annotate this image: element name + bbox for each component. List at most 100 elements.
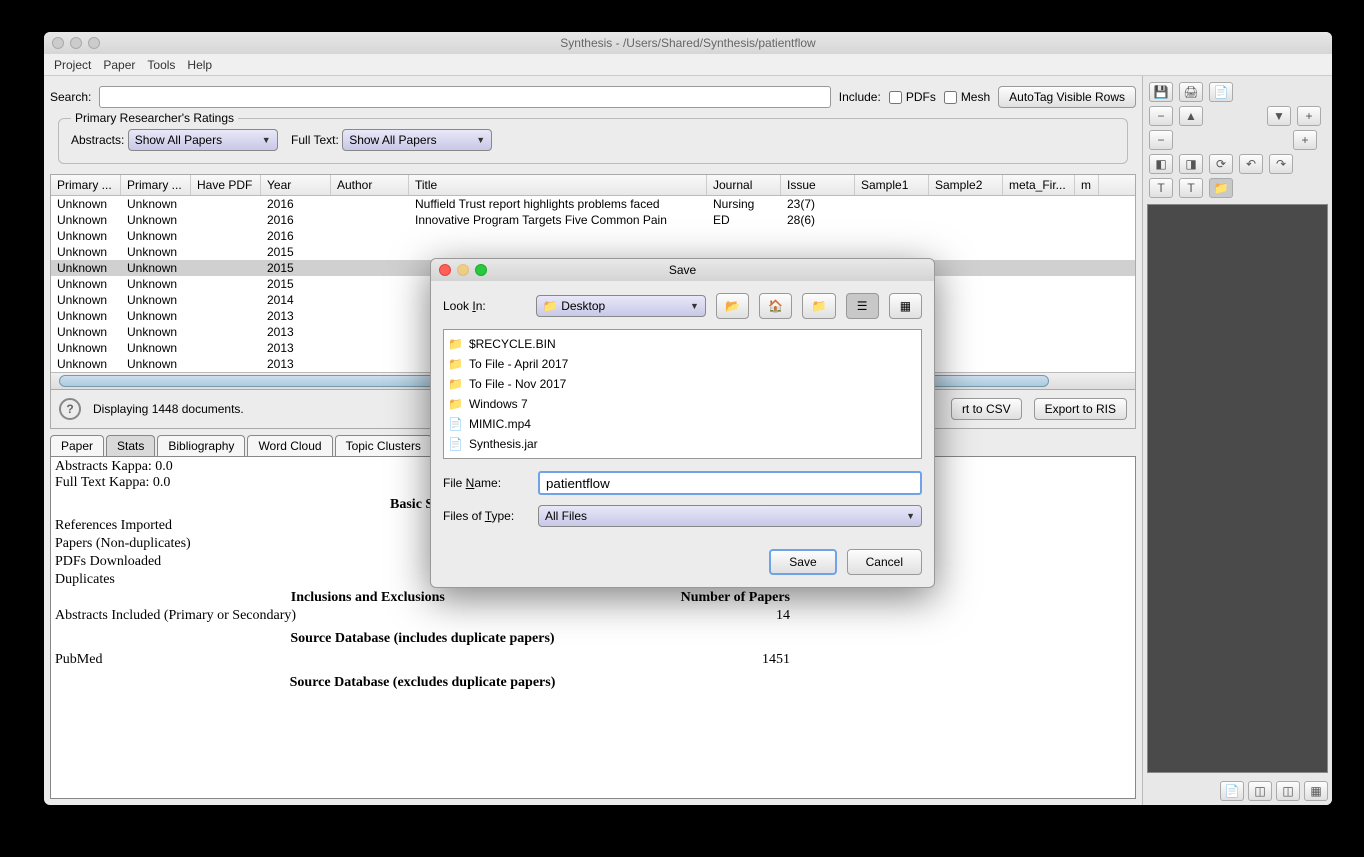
save-icon[interactable]: 💾 xyxy=(1149,82,1173,102)
bt2-icon[interactable]: ◫ xyxy=(1248,781,1272,801)
table-row[interactable]: UnknownUnknown2016Nuffield Trust report … xyxy=(51,196,1135,212)
col-primary2[interactable]: Primary ... xyxy=(121,175,191,195)
autotag-button[interactable]: AutoTag Visible Rows xyxy=(998,86,1136,108)
list-view-icon[interactable]: ☰ xyxy=(846,293,879,319)
col-m[interactable]: m xyxy=(1075,175,1099,195)
filetype-combo[interactable]: All Files▼ xyxy=(538,505,922,527)
filename-label: File Name: xyxy=(443,476,528,490)
t1-icon[interactable]: T xyxy=(1149,178,1173,198)
file-item[interactable]: 📁To File - April 2017 xyxy=(448,354,917,374)
search-label: Search: xyxy=(50,90,91,104)
titlebar: Synthesis - /Users/Shared/Synthesis/pati… xyxy=(44,32,1332,54)
col-sample2[interactable]: Sample2 xyxy=(929,175,1003,195)
bt1-icon[interactable]: 📄 xyxy=(1220,781,1244,801)
plus-icon[interactable]: + xyxy=(1297,106,1321,126)
save-button[interactable]: Save xyxy=(769,549,836,575)
dlg-zoom-icon[interactable] xyxy=(475,264,487,276)
t2-icon[interactable]: T xyxy=(1179,178,1203,198)
close-icon[interactable] xyxy=(52,37,64,49)
nav2-icon[interactable]: ◨ xyxy=(1179,154,1203,174)
lookin-combo[interactable]: 📁 Desktop▼ xyxy=(536,295,706,317)
col-year[interactable]: Year xyxy=(261,175,331,195)
menu-project[interactable]: Project xyxy=(54,58,91,72)
file-item[interactable]: 📁$RECYCLE.BIN xyxy=(448,334,917,354)
doc-icon[interactable]: 📄 xyxy=(1209,82,1233,102)
dialog-titlebar: Save xyxy=(431,259,934,281)
save-dialog: Save Look In: 📁 Desktop▼ 📂 🏠 📁 ☰ ▦ 📁$REC… xyxy=(430,258,935,588)
undo-icon[interactable]: ↶ xyxy=(1239,154,1263,174)
fulltext-label: Full Text: xyxy=(291,133,339,147)
table-header: Primary ... Primary ... Have PDF Year Au… xyxy=(51,175,1135,196)
col-havepdf[interactable]: Have PDF xyxy=(191,175,261,195)
file-item[interactable]: 📁Windows 7 xyxy=(448,394,917,414)
tab-bibliography[interactable]: Bibliography xyxy=(157,435,245,456)
col-sample1[interactable]: Sample1 xyxy=(855,175,929,195)
mesh-checkbox[interactable] xyxy=(944,91,957,104)
file-list[interactable]: 📁$RECYCLE.BIN📁To File - April 2017📁To Fi… xyxy=(443,329,922,459)
dlg-close-icon[interactable] xyxy=(439,264,451,276)
lookin-label: Look In: xyxy=(443,299,526,313)
window-title: Synthesis - /Users/Shared/Synthesis/pati… xyxy=(560,36,815,50)
pdfs-checkbox[interactable] xyxy=(889,91,902,104)
down-icon[interactable]: ▼ xyxy=(1267,106,1291,126)
h-numpapers: Number of Papers xyxy=(681,590,790,606)
col-primary1[interactable]: Primary ... xyxy=(51,175,121,195)
col-issue[interactable]: Issue xyxy=(781,175,855,195)
print-icon[interactable]: 🖨 xyxy=(1179,82,1203,102)
traffic-lights xyxy=(52,37,100,49)
ratings-legend: Primary Researcher's Ratings xyxy=(71,111,238,125)
tab-stats[interactable]: Stats xyxy=(106,435,155,456)
minus2-icon[interactable]: − xyxy=(1149,130,1173,150)
filetype-label: Files of Type: xyxy=(443,509,528,523)
file-item[interactable]: 📁To File - Nov 2017 xyxy=(448,374,917,394)
h-src1: Source Database (includes duplicate pape… xyxy=(55,631,790,647)
col-meta[interactable]: meta_Fir... xyxy=(1003,175,1075,195)
up-icon[interactable]: ▲ xyxy=(1179,106,1203,126)
abstracts-combo[interactable]: Show All Papers▼ xyxy=(128,129,278,151)
menu-tools[interactable]: Tools xyxy=(147,58,175,72)
tab-topicclusters[interactable]: Topic Clusters xyxy=(335,435,432,456)
menubar: Project Paper Tools Help xyxy=(44,54,1332,76)
file-item[interactable]: 📄Synthesis.jar xyxy=(448,434,917,454)
nav1-icon[interactable]: ◧ xyxy=(1149,154,1173,174)
bt4-icon[interactable]: ▦ xyxy=(1304,781,1328,801)
col-author[interactable]: Author xyxy=(331,175,409,195)
help-icon[interactable]: ? xyxy=(59,398,81,420)
abstracts-label: Abstracts: xyxy=(71,133,124,147)
new-folder-icon[interactable]: 📁 xyxy=(802,293,835,319)
plus2-icon[interactable]: + xyxy=(1293,130,1317,150)
export-ris-button[interactable]: Export to RIS xyxy=(1034,398,1127,420)
table-row[interactable]: UnknownUnknown2016 xyxy=(51,228,1135,244)
tab-paper[interactable]: Paper xyxy=(50,435,104,456)
export-csv-button[interactable]: rt to CSV xyxy=(951,398,1022,420)
up-folder-icon[interactable]: 📂 xyxy=(716,293,749,319)
col-journal[interactable]: Journal xyxy=(707,175,781,195)
home-icon[interactable]: 🏠 xyxy=(759,293,792,319)
fulltext-combo[interactable]: Show All Papers▼ xyxy=(342,129,492,151)
bt3-icon[interactable]: ◫ xyxy=(1276,781,1300,801)
dlg-min-icon[interactable] xyxy=(457,264,469,276)
minimize-icon[interactable] xyxy=(70,37,82,49)
tab-wordcloud[interactable]: Word Cloud xyxy=(247,435,332,456)
dialog-title: Save xyxy=(669,263,696,277)
file-item[interactable]: 📄MIMIC.mp4 xyxy=(448,414,917,434)
menu-help[interactable]: Help xyxy=(187,58,212,72)
h-incl: Inclusions and Exclusions xyxy=(55,590,681,606)
right-panel: 💾 🖨 📄 − ▲ ▼ + − + ◧ ◨ xyxy=(1142,76,1332,805)
col-title[interactable]: Title xyxy=(409,175,707,195)
filename-input[interactable] xyxy=(538,471,922,495)
nav3-icon[interactable]: ⟳ xyxy=(1209,154,1233,174)
zoom-icon[interactable] xyxy=(88,37,100,49)
table-row[interactable]: UnknownUnknown2016Innovative Program Tar… xyxy=(51,212,1135,228)
minus-icon[interactable]: − xyxy=(1149,106,1173,126)
redo-icon[interactable]: ↷ xyxy=(1269,154,1293,174)
detail-view-icon[interactable]: ▦ xyxy=(889,293,922,319)
search-input[interactable] xyxy=(99,86,830,108)
preview-area xyxy=(1147,204,1328,773)
cancel-button[interactable]: Cancel xyxy=(847,549,922,575)
stats-row: Abstracts Included (Primary or Secondary… xyxy=(55,607,790,625)
menu-paper[interactable]: Paper xyxy=(103,58,135,72)
include-label: Include: xyxy=(839,90,881,104)
folder-icon[interactable]: 📁 xyxy=(1209,178,1233,198)
h-src2: Source Database (excludes duplicate pape… xyxy=(55,675,790,691)
